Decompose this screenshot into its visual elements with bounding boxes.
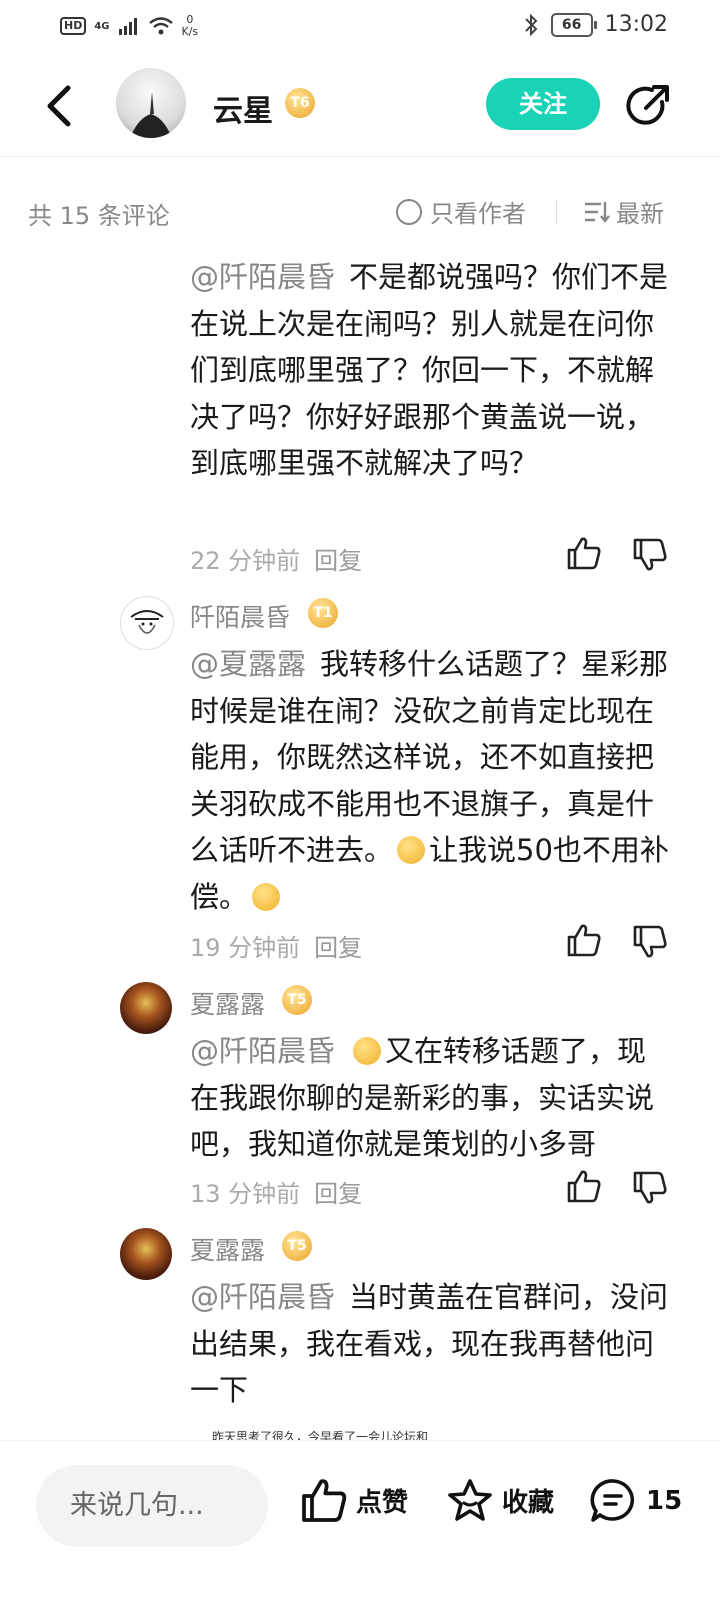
comment-count: 15 xyxy=(646,1486,683,1516)
like-post-button[interactable]: 点赞 xyxy=(300,1477,408,1523)
network-type: 4G xyxy=(94,20,110,32)
signal-icon xyxy=(118,17,140,35)
star-icon xyxy=(448,1479,492,1521)
divider xyxy=(556,200,557,224)
thumbs-down-icon xyxy=(633,925,667,958)
network-speed: 0 K/s xyxy=(182,14,199,38)
comment-time: 19 分钟前 xyxy=(190,934,301,962)
favorite-button[interactable]: 收藏 xyxy=(446,1477,554,1523)
avatar[interactable] xyxy=(120,596,174,650)
favorite-label: 收藏 xyxy=(502,1487,555,1518)
comment-text: @夏露露 我转移什么话题了？星彩那时候是谁在闹？没砍之前肯定比现在能用，你既然这样… xyxy=(190,641,670,920)
clock: 13:02 xyxy=(604,12,668,37)
author-name[interactable]: 云星 xyxy=(213,86,273,130)
thumbs-up-icon xyxy=(302,1479,347,1522)
back-arrow-icon xyxy=(47,85,71,127)
like-label: 点赞 xyxy=(356,1487,409,1518)
bottom-action-bar: 来说几句... 点赞 收藏 15 xyxy=(0,1440,720,1601)
hd-indicator: HD xyxy=(60,17,87,35)
author-avatar[interactable] xyxy=(116,68,186,138)
sort-latest-button[interactable]: 最新 xyxy=(584,194,664,229)
comment-text: @阡陌晨昏 不是都说强吗？你们不是在说上次是在闹吗？别人就是在问你们到底哪里强了？… xyxy=(190,254,670,487)
mention-link[interactable]: @阡陌晨昏 xyxy=(190,1280,335,1314)
only-author-label: 只看作者 xyxy=(430,200,526,228)
avatar[interactable] xyxy=(120,1228,172,1280)
dislike-button[interactable] xyxy=(632,1171,668,1205)
reply-button[interactable]: 回复 xyxy=(314,1180,362,1208)
dislike-button[interactable] xyxy=(632,538,668,572)
thumbs-up-icon xyxy=(567,1170,601,1203)
like-button[interactable] xyxy=(566,923,602,957)
sort-label: 最新 xyxy=(616,200,664,228)
comment-bubble-icon xyxy=(590,1479,634,1522)
shocked-emoji-icon xyxy=(397,836,426,864)
comment-input[interactable]: 来说几句... xyxy=(36,1465,268,1547)
thumbs-up-icon xyxy=(567,924,601,957)
mention-link[interactable]: @阡陌晨昏 xyxy=(190,1034,335,1068)
comment-count-label: 共 15 条评论 xyxy=(28,202,170,230)
avatar[interactable] xyxy=(120,982,172,1034)
like-button[interactable] xyxy=(566,1169,602,1203)
sketch-avatar-icon xyxy=(130,610,164,634)
status-left: HD 4G 0 K/s xyxy=(60,14,198,38)
mention-link[interactable]: @阡陌晨昏 xyxy=(190,260,335,294)
like-button[interactable] xyxy=(566,536,602,570)
comment-time: 22 分钟前 xyxy=(190,547,301,575)
post-header: 云星 T6 关注 xyxy=(0,60,720,157)
share-button[interactable] xyxy=(624,82,672,130)
grin-emoji-icon xyxy=(353,1037,382,1065)
comment-meta: 19 分钟前 回复 xyxy=(190,928,362,963)
reply-button[interactable]: 回复 xyxy=(314,934,362,962)
back-button[interactable] xyxy=(42,84,76,128)
comment-meta: 13 分钟前 回复 xyxy=(190,1174,362,1209)
comment-username[interactable]: 阡陌晨昏 xyxy=(190,598,290,634)
thumbs-up-icon xyxy=(567,537,601,570)
comment-username[interactable]: 夏露露 xyxy=(190,985,265,1021)
follow-button[interactable]: 关注 xyxy=(486,78,600,130)
comment-time: 13 分钟前 xyxy=(190,1180,301,1208)
thumbs-down-icon xyxy=(633,538,667,571)
smile-emoji-icon xyxy=(252,882,281,911)
sort-icon xyxy=(585,201,610,223)
author-level-badge: T6 xyxy=(285,88,315,118)
wifi-icon xyxy=(148,16,174,36)
user-level-badge: T5 xyxy=(282,1231,312,1261)
bluetooth-icon xyxy=(523,13,539,37)
comments-button[interactable]: 15 xyxy=(588,1477,682,1525)
mention-link[interactable]: @夏露露 xyxy=(190,647,306,681)
comment-text: @阡陌晨昏 又在转移话题了，现在我跟你聊的是新彩的事，实话实说吧，我知道你就是策划… xyxy=(190,1028,670,1168)
reply-button[interactable]: 回复 xyxy=(314,547,362,575)
speed-unit: K/s xyxy=(181,25,199,38)
avatar-silhouette-icon xyxy=(130,92,172,138)
status-bar: HD 4G 0 K/s 66 13:02 xyxy=(0,0,720,56)
battery-indicator: 66 xyxy=(550,12,597,37)
status-right: 66 13:02 xyxy=(523,12,668,37)
user-level-badge: T1 xyxy=(308,598,338,628)
comment-meta: 22 分钟前 回复 xyxy=(190,541,362,576)
share-icon xyxy=(626,85,669,125)
comment-username[interactable]: 夏露露 xyxy=(190,1231,265,1267)
thumbs-down-icon xyxy=(633,1171,667,1204)
only-author-toggle[interactable]: 只看作者 xyxy=(396,194,526,229)
comment-text: @阡陌晨昏 当时黄盖在官群问，没问出结果，我在看戏，现在我再替他问一下 xyxy=(190,1274,670,1414)
user-level-badge: T5 xyxy=(282,985,312,1015)
dislike-button[interactable] xyxy=(632,925,668,959)
comment-filter-bar: 共 15 条评论 只看作者 最新 xyxy=(0,190,720,234)
radio-circle-icon xyxy=(396,198,422,225)
